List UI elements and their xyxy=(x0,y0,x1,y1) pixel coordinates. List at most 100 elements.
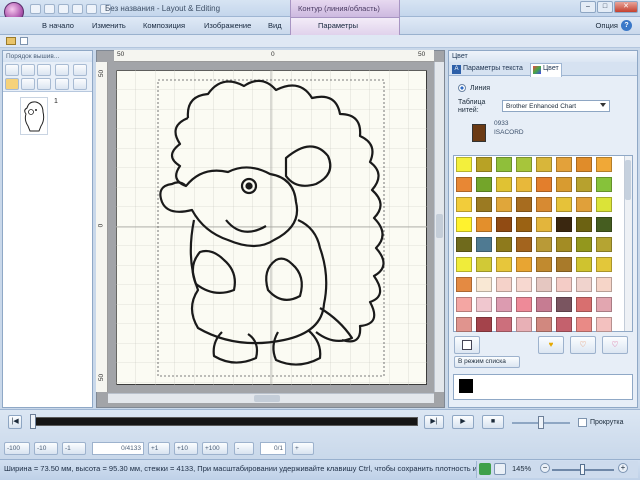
select-all-icon[interactable] xyxy=(5,64,19,76)
design-thumbnail[interactable] xyxy=(20,97,48,135)
folder-icon[interactable] xyxy=(6,37,16,45)
go-to-start-icon[interactable]: |◀ xyxy=(8,415,22,429)
line-radio[interactable] xyxy=(458,84,466,92)
color-swatch[interactable] xyxy=(556,277,572,292)
play-icon[interactable]: ▶ xyxy=(452,415,474,429)
color-swatch[interactable] xyxy=(596,297,612,312)
color-swatch[interactable] xyxy=(516,317,532,332)
step-plus-10-button[interactable]: +10 xyxy=(174,442,198,455)
color-swatch[interactable] xyxy=(456,277,472,292)
color-swatch[interactable] xyxy=(536,317,552,332)
fit-to-screen-icon[interactable] xyxy=(479,463,491,475)
color-swatch[interactable] xyxy=(536,237,552,252)
tab-image[interactable]: Изображение xyxy=(204,21,251,30)
color-swatch[interactable] xyxy=(496,317,512,332)
color-swatch[interactable] xyxy=(536,177,552,192)
color-swatch[interactable] xyxy=(496,237,512,252)
color-swatch[interactable] xyxy=(556,297,572,312)
step-minus-100-button[interactable]: -100 xyxy=(4,442,30,455)
color-swatch[interactable] xyxy=(476,197,492,212)
step-plus-100-button[interactable]: +100 xyxy=(202,442,228,455)
color-swatch[interactable] xyxy=(596,277,612,292)
minimize-button[interactable]: – xyxy=(580,1,596,13)
stop-icon[interactable]: ■ xyxy=(482,415,504,429)
color-swatch[interactable] xyxy=(476,217,492,232)
color-swatch[interactable] xyxy=(476,177,492,192)
horizontal-scrollbar[interactable] xyxy=(108,393,434,403)
color-swatch[interactable] xyxy=(456,197,472,212)
zoom-out-button[interactable]: − xyxy=(540,463,550,473)
color-swatch[interactable] xyxy=(536,157,552,172)
options-menu[interactable]: Опция xyxy=(596,21,618,30)
color-swatch[interactable] xyxy=(516,217,532,232)
step-minus-1-button[interactable]: -1 xyxy=(62,442,86,455)
color-swatch[interactable] xyxy=(516,157,532,172)
color-swatch[interactable] xyxy=(596,177,612,192)
selected-color-swatch[interactable] xyxy=(459,379,473,393)
vertical-scrollbar[interactable] xyxy=(434,62,444,392)
sort-icon[interactable] xyxy=(21,78,35,90)
color-swatch[interactable] xyxy=(556,197,572,212)
color-swatch[interactable] xyxy=(476,297,492,312)
color-swatch[interactable] xyxy=(576,237,592,252)
redo-icon[interactable] xyxy=(86,4,97,14)
color-swatch[interactable] xyxy=(596,157,612,172)
chevron-down-icon[interactable] xyxy=(600,103,606,107)
color-swatch[interactable] xyxy=(576,297,592,312)
color-swatch[interactable] xyxy=(536,217,552,232)
zoom-mode-icon[interactable] xyxy=(494,463,506,475)
color-swatch[interactable] xyxy=(596,217,612,232)
color-swatch[interactable] xyxy=(456,157,472,172)
list-mode-button[interactable]: В режим списка xyxy=(454,356,520,368)
frame-minus-button[interactable]: - xyxy=(234,442,254,455)
color-swatch[interactable] xyxy=(476,277,492,292)
thread-table-select[interactable]: Brother Enhanced Chart xyxy=(502,100,610,112)
color-swatch[interactable] xyxy=(516,277,532,292)
help-icon[interactable]: ? xyxy=(621,20,632,31)
lock-icon[interactable] xyxy=(55,64,69,76)
color-swatch[interactable] xyxy=(556,237,572,252)
color-swatch[interactable] xyxy=(516,197,532,212)
color-swatch[interactable] xyxy=(456,237,472,252)
color-swatch[interactable] xyxy=(456,317,472,332)
palette-scroll-thumb[interactable] xyxy=(625,160,631,200)
color-swatch[interactable] xyxy=(536,197,552,212)
color-swatch[interactable] xyxy=(556,157,572,172)
favorite-add-button[interactable]: ♥ xyxy=(538,336,564,354)
stitch-progress-track[interactable] xyxy=(30,417,418,426)
favorite-button[interactable]: ♡ xyxy=(570,336,596,354)
color-swatch[interactable] xyxy=(576,157,592,172)
color-swatch[interactable] xyxy=(576,177,592,192)
hoop-color-button[interactable] xyxy=(454,336,480,354)
color-swatch[interactable] xyxy=(576,277,592,292)
color-swatch[interactable] xyxy=(516,257,532,272)
tab-text-parameters[interactable]: Параметры текста xyxy=(463,65,523,72)
favorite-remove-button[interactable]: ♡ xyxy=(602,336,628,354)
tab-view[interactable]: Вид xyxy=(268,21,282,30)
tab-parameters[interactable]: Параметры xyxy=(318,21,358,30)
view-icon[interactable] xyxy=(20,37,28,45)
tab-composition[interactable]: Композиция xyxy=(143,21,185,30)
new-icon[interactable] xyxy=(30,4,41,14)
step-plus-1-button[interactable]: +1 xyxy=(148,442,170,455)
color-swatch[interactable] xyxy=(496,197,512,212)
color-swatch[interactable] xyxy=(496,157,512,172)
move-down-icon[interactable] xyxy=(37,64,51,76)
stitch-progress-handle[interactable] xyxy=(30,414,36,429)
step-minus-10-button[interactable]: -10 xyxy=(34,442,58,455)
color-swatch[interactable] xyxy=(576,317,592,332)
color-swatch[interactable] xyxy=(496,177,512,192)
color-swatch[interactable] xyxy=(476,237,492,252)
scroll-thumb[interactable] xyxy=(436,214,443,238)
color-swatch[interactable] xyxy=(596,257,612,272)
arrange-icon[interactable] xyxy=(37,78,51,90)
close-button[interactable]: ✕ xyxy=(614,1,638,13)
save-icon[interactable] xyxy=(58,4,69,14)
color-swatch[interactable] xyxy=(496,277,512,292)
color-swatch[interactable] xyxy=(516,177,532,192)
color-swatch[interactable] xyxy=(536,297,552,312)
color-swatch[interactable] xyxy=(536,277,552,292)
group-icon[interactable] xyxy=(5,78,19,90)
color-swatch[interactable] xyxy=(456,297,472,312)
color-swatch[interactable] xyxy=(556,217,572,232)
